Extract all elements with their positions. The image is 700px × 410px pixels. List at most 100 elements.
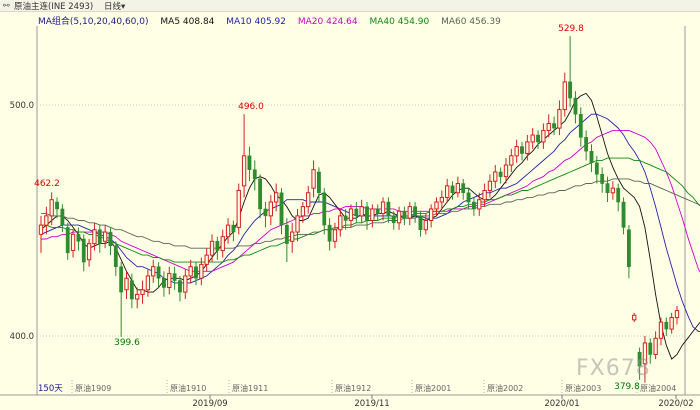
candle-body[interactable] bbox=[279, 192, 284, 226]
candle-body[interactable] bbox=[413, 206, 418, 217]
candle-body[interactable] bbox=[241, 155, 247, 187]
candle-body[interactable] bbox=[263, 208, 268, 217]
candle-body[interactable] bbox=[632, 314, 637, 321]
candle-body[interactable] bbox=[247, 155, 252, 170]
candle-body[interactable] bbox=[178, 280, 182, 293]
candle-body[interactable] bbox=[55, 201, 59, 210]
candle-body[interactable] bbox=[204, 254, 209, 265]
candle-body[interactable] bbox=[151, 266, 156, 277]
candle-body[interactable] bbox=[49, 199, 54, 217]
candle-body[interactable] bbox=[594, 162, 599, 175]
candle-body[interactable] bbox=[124, 277, 129, 291]
candle-body[interactable] bbox=[674, 310, 680, 319]
candle-body[interactable] bbox=[621, 201, 626, 228]
candle-body[interactable] bbox=[461, 183, 466, 194]
candle-body[interactable] bbox=[589, 150, 594, 163]
candle-body[interactable] bbox=[584, 137, 589, 152]
candle-body[interactable] bbox=[439, 196, 444, 203]
candle-body[interactable] bbox=[113, 245, 118, 267]
candle-body[interactable] bbox=[145, 275, 151, 291]
candle-body[interactable] bbox=[541, 129, 546, 143]
candle-body[interactable] bbox=[477, 199, 482, 210]
candle-body[interactable] bbox=[552, 123, 556, 129]
candle-body[interactable] bbox=[359, 206, 364, 217]
candle-body[interactable] bbox=[658, 321, 664, 339]
candle-body[interactable] bbox=[653, 337, 658, 355]
candle-body[interactable] bbox=[514, 146, 519, 157]
candle-body[interactable] bbox=[268, 201, 273, 217]
candle-body[interactable] bbox=[402, 211, 407, 219]
candle-body[interactable] bbox=[418, 215, 423, 230]
candle-body[interactable] bbox=[119, 266, 124, 293]
candle-body[interactable] bbox=[338, 215, 343, 231]
candle-body[interactable] bbox=[274, 192, 279, 203]
candle-body[interactable] bbox=[199, 263, 204, 279]
candle-body[interactable] bbox=[423, 220, 428, 231]
candle-body[interactable] bbox=[65, 227, 70, 254]
candle-body[interactable] bbox=[252, 169, 257, 180]
candle-body[interactable] bbox=[482, 189, 487, 201]
candle-body[interactable] bbox=[498, 171, 503, 177]
candle-body[interactable] bbox=[108, 231, 113, 247]
candle-body[interactable] bbox=[520, 146, 524, 154]
candle-body[interactable] bbox=[530, 134, 535, 143]
candle-body[interactable] bbox=[503, 164, 509, 178]
candle-body[interactable] bbox=[600, 174, 605, 184]
candle-body[interactable] bbox=[610, 187, 616, 194]
candle-body[interactable] bbox=[156, 266, 161, 279]
candle-body[interactable] bbox=[386, 201, 391, 217]
candle-body[interactable] bbox=[225, 224, 231, 238]
candle-body[interactable] bbox=[578, 113, 583, 138]
candle-body[interactable] bbox=[605, 183, 610, 194]
candle-body[interactable] bbox=[573, 97, 578, 115]
candle-body[interactable] bbox=[44, 215, 49, 226]
candle-body[interactable] bbox=[215, 241, 220, 251]
candle-body[interactable] bbox=[509, 155, 514, 166]
candle-body[interactable] bbox=[188, 266, 193, 277]
candle-body[interactable] bbox=[648, 342, 653, 355]
candle-body[interactable] bbox=[562, 81, 567, 111]
candle-body[interactable] bbox=[284, 224, 289, 244]
candle-body[interactable] bbox=[135, 293, 140, 300]
candle-body[interactable] bbox=[428, 208, 434, 221]
candle-body[interactable] bbox=[102, 231, 108, 242]
candle-body[interactable] bbox=[86, 243, 92, 261]
candle-body[interactable] bbox=[472, 201, 476, 210]
candle-body[interactable] bbox=[258, 178, 263, 210]
candle-body[interactable] bbox=[295, 215, 300, 233]
candle-body[interactable] bbox=[450, 185, 455, 194]
candle-body[interactable] bbox=[616, 187, 621, 203]
candle-body[interactable] bbox=[209, 240, 215, 256]
candle-body[interactable] bbox=[434, 201, 439, 210]
candle-body[interactable] bbox=[348, 208, 354, 221]
candle-body[interactable] bbox=[466, 192, 471, 203]
candle-body[interactable] bbox=[445, 185, 450, 198]
candle-body[interactable] bbox=[370, 208, 375, 221]
candle-body[interactable] bbox=[236, 189, 241, 228]
candle-body[interactable] bbox=[231, 224, 236, 233]
candle-body[interactable] bbox=[60, 208, 65, 226]
candle-body[interactable] bbox=[92, 229, 97, 245]
candle-body[interactable] bbox=[343, 215, 348, 221]
candle-body[interactable] bbox=[81, 238, 86, 263]
candle-body[interactable] bbox=[354, 208, 359, 217]
candle-body[interactable] bbox=[546, 122, 551, 131]
candle-body[interactable] bbox=[172, 273, 177, 281]
candlestick-chart[interactable]: 400.0 500.0 原油1909 原油1910 原油1911 原油1912 原油2001… bbox=[0, 0, 700, 410]
candle-body[interactable] bbox=[76, 234, 81, 242]
candle-body[interactable] bbox=[194, 266, 198, 279]
candle-body[interactable] bbox=[162, 278, 166, 288]
candle-body[interactable] bbox=[664, 321, 669, 330]
candle-body[interactable] bbox=[332, 229, 338, 242]
candle-body[interactable] bbox=[407, 206, 412, 219]
candle-body[interactable] bbox=[70, 233, 76, 252]
candle-body[interactable] bbox=[557, 109, 562, 129]
candle-body[interactable] bbox=[493, 171, 498, 182]
candle-body[interactable] bbox=[290, 231, 295, 242]
candle-body[interactable] bbox=[380, 201, 386, 215]
candle-body[interactable] bbox=[140, 289, 145, 295]
candle-body[interactable] bbox=[525, 141, 530, 155]
candle-body[interactable] bbox=[375, 208, 380, 214]
candle-body[interactable] bbox=[183, 275, 188, 293]
candle-body[interactable] bbox=[311, 169, 316, 189]
